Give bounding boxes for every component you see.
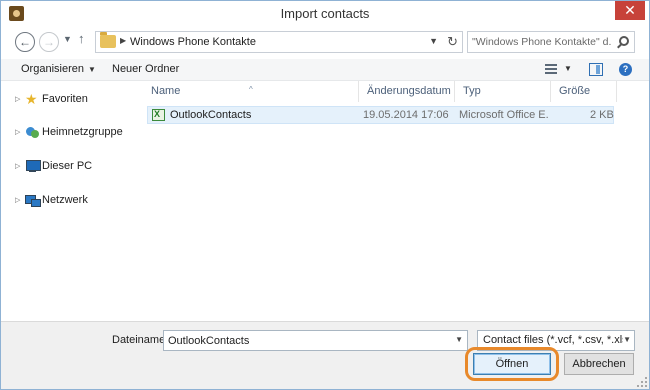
open-button[interactable]: Öffnen [473,353,551,375]
column-header-size[interactable]: Größe [551,81,617,102]
chevron-down-icon: ▼ [87,65,96,74]
help-icon[interactable]: ? [619,63,632,76]
view-dropdown-icon[interactable]: ▼ [564,64,572,73]
homegroup-icon [25,125,40,139]
preview-pane-icon[interactable] [589,63,603,76]
search-input[interactable] [472,34,612,50]
resize-grip-icon[interactable] [637,377,647,387]
cancel-button[interactable]: Abbrechen [564,353,634,375]
search-box[interactable] [467,31,635,53]
expand-icon[interactable]: ▷ [15,162,20,170]
filename-label: Dateiname: [112,334,169,346]
forward-button[interactable]: → [39,32,59,52]
expand-icon[interactable]: ▷ [15,95,20,103]
breadcrumb-separator-icon[interactable]: ▶ [120,36,126,45]
nav-item-netzwerk[interactable]: ▷ Netzwerk [15,192,139,210]
file-type: Microsoft Office E... [459,109,549,121]
chevron-down-icon[interactable]: ▼ [623,335,631,344]
expand-icon[interactable]: ▷ [15,128,20,136]
column-header-date[interactable]: Änderungsdatum [359,81,455,102]
filename-combobox[interactable]: ▼ [163,330,468,351]
column-header-type[interactable]: Typ [455,81,551,102]
excel-file-icon [152,109,165,121]
organize-label: Organisieren [21,63,84,75]
new-folder-button[interactable]: Neuer Ordner [112,63,179,75]
recent-locations-dropdown[interactable]: ▼ [63,34,72,44]
nav-item-label: Heimnetzgruppe [42,126,123,138]
navigation-bar: ← → ▼ ↑ ▶ Windows Phone Kontakte ▼ ↻ [1,27,649,59]
nav-item-favoriten[interactable]: ▷ ★ Favoriten [15,91,139,109]
file-list: Name ^ Änderungsdatum Typ Größe OutlookC… [141,81,649,321]
breadcrumb-current-folder[interactable]: Windows Phone Kontakte [130,36,256,48]
folder-icon [100,32,116,48]
column-header-label: Name [151,85,181,97]
star-icon: ★ [25,91,38,107]
close-button[interactable]: ✕ [615,1,645,20]
computer-icon [25,159,41,173]
expand-icon[interactable]: ▷ [15,196,20,204]
dialog-footer: Dateiname: ▼ Contact files (*.vcf, *.csv… [1,321,649,389]
nav-item-dieser-pc[interactable]: ▷ Dieser PC [15,158,139,176]
nav-item-label: Dieser PC [42,160,93,172]
nav-item-label: Netzwerk [42,194,88,206]
up-button[interactable]: ↑ [78,31,85,46]
address-bar[interactable]: ▶ Windows Phone Kontakte ▼ ↻ [95,31,463,53]
column-header-name[interactable]: Name ^ [143,81,359,102]
nav-item-heimnetzgruppe[interactable]: ▷ Heimnetzgruppe [15,124,139,142]
filename-input[interactable] [168,333,448,348]
view-options-icon[interactable] [545,64,557,75]
search-icon[interactable] [619,36,629,46]
command-toolbar: Organisieren ▼ Neuer Ordner ▼ ? [1,59,649,81]
network-icon [25,193,41,207]
refresh-icon[interactable]: ↻ [447,34,458,50]
window-title: Import contacts [280,6,370,21]
file-date: 19.05.2014 17:06 [363,109,449,121]
back-button[interactable]: ← [15,32,35,52]
address-dropdown-icon[interactable]: ▼ [429,36,438,46]
chevron-down-icon[interactable]: ▼ [455,335,463,344]
title-bar: Import contacts ✕ [1,1,649,27]
file-size: 2 KB [590,109,614,121]
navigation-pane: ▷ ★ Favoriten ▷ Heimnetzgruppe ▷ Dieser … [1,81,141,321]
organize-button[interactable]: Organisieren ▼ [21,63,96,75]
file-name: OutlookContacts [170,109,252,121]
import-contacts-dialog: Import contacts ✕ ← → ▼ ↑ ▶ Windows Phon… [0,0,650,390]
file-type-filter-value: Contact files (*.vcf, *.csv, *.xls, * [483,334,623,346]
sort-ascending-icon: ^ [249,85,253,94]
nav-item-label: Favoriten [42,93,88,105]
file-row-outlookcontacts[interactable]: OutlookContacts 19.05.2014 17:06 Microso… [147,106,614,124]
